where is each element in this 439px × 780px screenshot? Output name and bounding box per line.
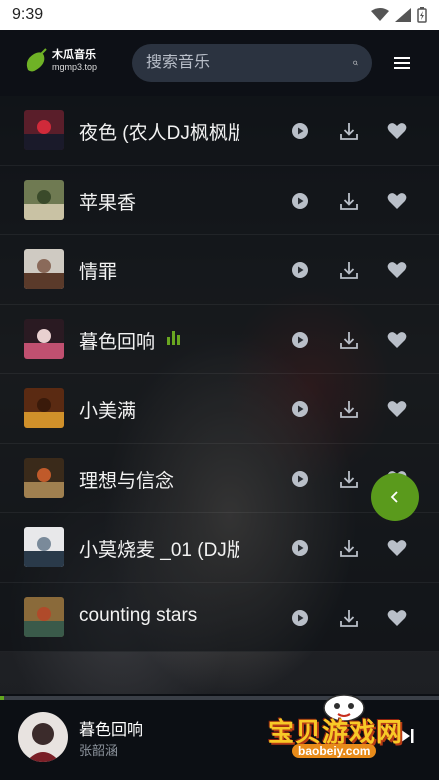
download-button[interactable] <box>338 398 360 420</box>
play-circle-icon <box>292 123 308 139</box>
download-icon <box>340 123 358 140</box>
favorite-button[interactable] <box>386 607 408 629</box>
play-button[interactable] <box>289 537 311 559</box>
download-button[interactable] <box>338 468 360 490</box>
song-title[interactable]: 苹果香 <box>79 188 239 215</box>
favorite-button[interactable] <box>386 329 408 351</box>
play-button[interactable] <box>289 190 311 212</box>
song-row[interactable]: 情罪 <box>0 235 439 305</box>
progress-fill <box>0 696 5 700</box>
heart-icon <box>387 331 407 348</box>
player-song-title: 暮色回响 <box>79 722 144 739</box>
site-watermark: 宝贝游戏网 baobeiy.com <box>262 688 437 780</box>
play-circle-icon <box>292 401 308 417</box>
favorite-button[interactable] <box>386 190 408 212</box>
play-circle-icon <box>292 540 308 556</box>
song-title[interactable]: 理想与信念 <box>79 466 239 493</box>
song-row[interactable]: counting stars <box>0 582 439 652</box>
player-cover-art[interactable] <box>18 712 68 762</box>
play-circle-icon <box>292 609 308 626</box>
play-button[interactable] <box>289 468 311 490</box>
song-title[interactable]: 小美满 <box>79 396 239 423</box>
song-row[interactable]: 暮色回响 <box>0 304 439 374</box>
download-icon <box>340 609 358 627</box>
song-title[interactable]: 小莫烧麦 _01 (DJ版 <box>79 535 239 562</box>
download-icon <box>340 262 358 279</box>
heart-icon <box>387 609 407 626</box>
download-button[interactable] <box>338 537 360 559</box>
download-icon <box>340 401 358 418</box>
favorite-button[interactable] <box>386 398 408 420</box>
song-row[interactable]: 小莫烧麦 _01 (DJ版 <box>0 513 439 583</box>
song-cover-art[interactable] <box>24 110 64 150</box>
heart-icon <box>387 262 407 278</box>
chevron-left-icon <box>390 491 398 503</box>
song-title[interactable]: 暮色回响 <box>79 327 239 354</box>
heart-icon <box>387 192 407 209</box>
song-cover-art[interactable] <box>24 457 64 498</box>
logo-title: 木瓜音乐 <box>52 49 96 61</box>
favorite-button[interactable] <box>386 259 408 281</box>
battery-icon <box>417 7 427 23</box>
search-bar[interactable] <box>132 44 372 82</box>
song-cover-art[interactable] <box>24 527 64 567</box>
search-icon[interactable] <box>353 52 358 74</box>
papaya-logo-icon <box>26 48 47 72</box>
song-cover-art[interactable] <box>24 318 64 359</box>
app-logo[interactable]: 木瓜音乐 mgmp3.top <box>24 48 97 74</box>
song-title[interactable]: counting stars <box>79 605 239 627</box>
download-icon <box>340 540 358 557</box>
status-time: 9:39 <box>12 6 44 23</box>
play-button[interactable] <box>289 607 311 629</box>
watermark-url: baobeiy.com <box>292 744 377 758</box>
wifi-icon <box>371 8 389 21</box>
download-button[interactable] <box>338 120 360 142</box>
song-list: 夜色 (农人DJ枫枫版 苹果香 情罪 暮色回响 小美满 理想与信念 小莫烧麦 _… <box>0 96 439 652</box>
favorite-button[interactable] <box>386 120 408 142</box>
status-bar: 9:39 <box>0 0 439 30</box>
song-row[interactable]: 小美满 <box>0 374 439 444</box>
app-header: 木瓜音乐 mgmp3.top <box>0 30 439 96</box>
logo-subtitle: mgmp3.top <box>52 62 98 72</box>
play-circle-icon <box>292 331 308 348</box>
collapse-panel-button[interactable] <box>371 473 419 521</box>
play-button[interactable] <box>289 329 311 351</box>
search-input[interactable] <box>146 54 353 72</box>
song-cover-art[interactable] <box>24 179 64 220</box>
song-cover-art[interactable] <box>24 249 64 289</box>
play-button[interactable] <box>289 259 311 281</box>
download-icon <box>340 470 358 488</box>
play-button[interactable] <box>289 120 311 142</box>
song-cover-art[interactable] <box>24 388 64 428</box>
download-button[interactable] <box>338 329 360 351</box>
play-circle-icon <box>292 470 308 487</box>
heart-icon <box>387 540 407 556</box>
status-icons <box>371 7 427 23</box>
favorite-button[interactable] <box>386 537 408 559</box>
heart-icon <box>387 401 407 417</box>
heart-icon <box>387 123 407 139</box>
song-title[interactable]: 情罪 <box>79 257 239 284</box>
now-playing-icon <box>167 329 180 345</box>
song-row[interactable]: 苹果香 <box>0 165 439 235</box>
player-artist: 张韶涵 <box>79 743 119 758</box>
song-title[interactable]: 夜色 (农人DJ枫枫版 <box>79 118 239 145</box>
download-button[interactable] <box>338 607 360 629</box>
song-row[interactable]: 夜色 (农人DJ枫枫版 <box>0 96 439 166</box>
play-circle-icon <box>292 262 308 278</box>
play-circle-icon <box>292 192 308 209</box>
play-button[interactable] <box>289 398 311 420</box>
song-cover-art[interactable] <box>24 596 64 637</box>
download-button[interactable] <box>338 259 360 281</box>
download-button[interactable] <box>338 190 360 212</box>
menu-icon[interactable] <box>392 54 414 72</box>
download-icon <box>340 192 358 210</box>
download-icon <box>340 331 358 349</box>
signal-icon <box>395 8 411 22</box>
